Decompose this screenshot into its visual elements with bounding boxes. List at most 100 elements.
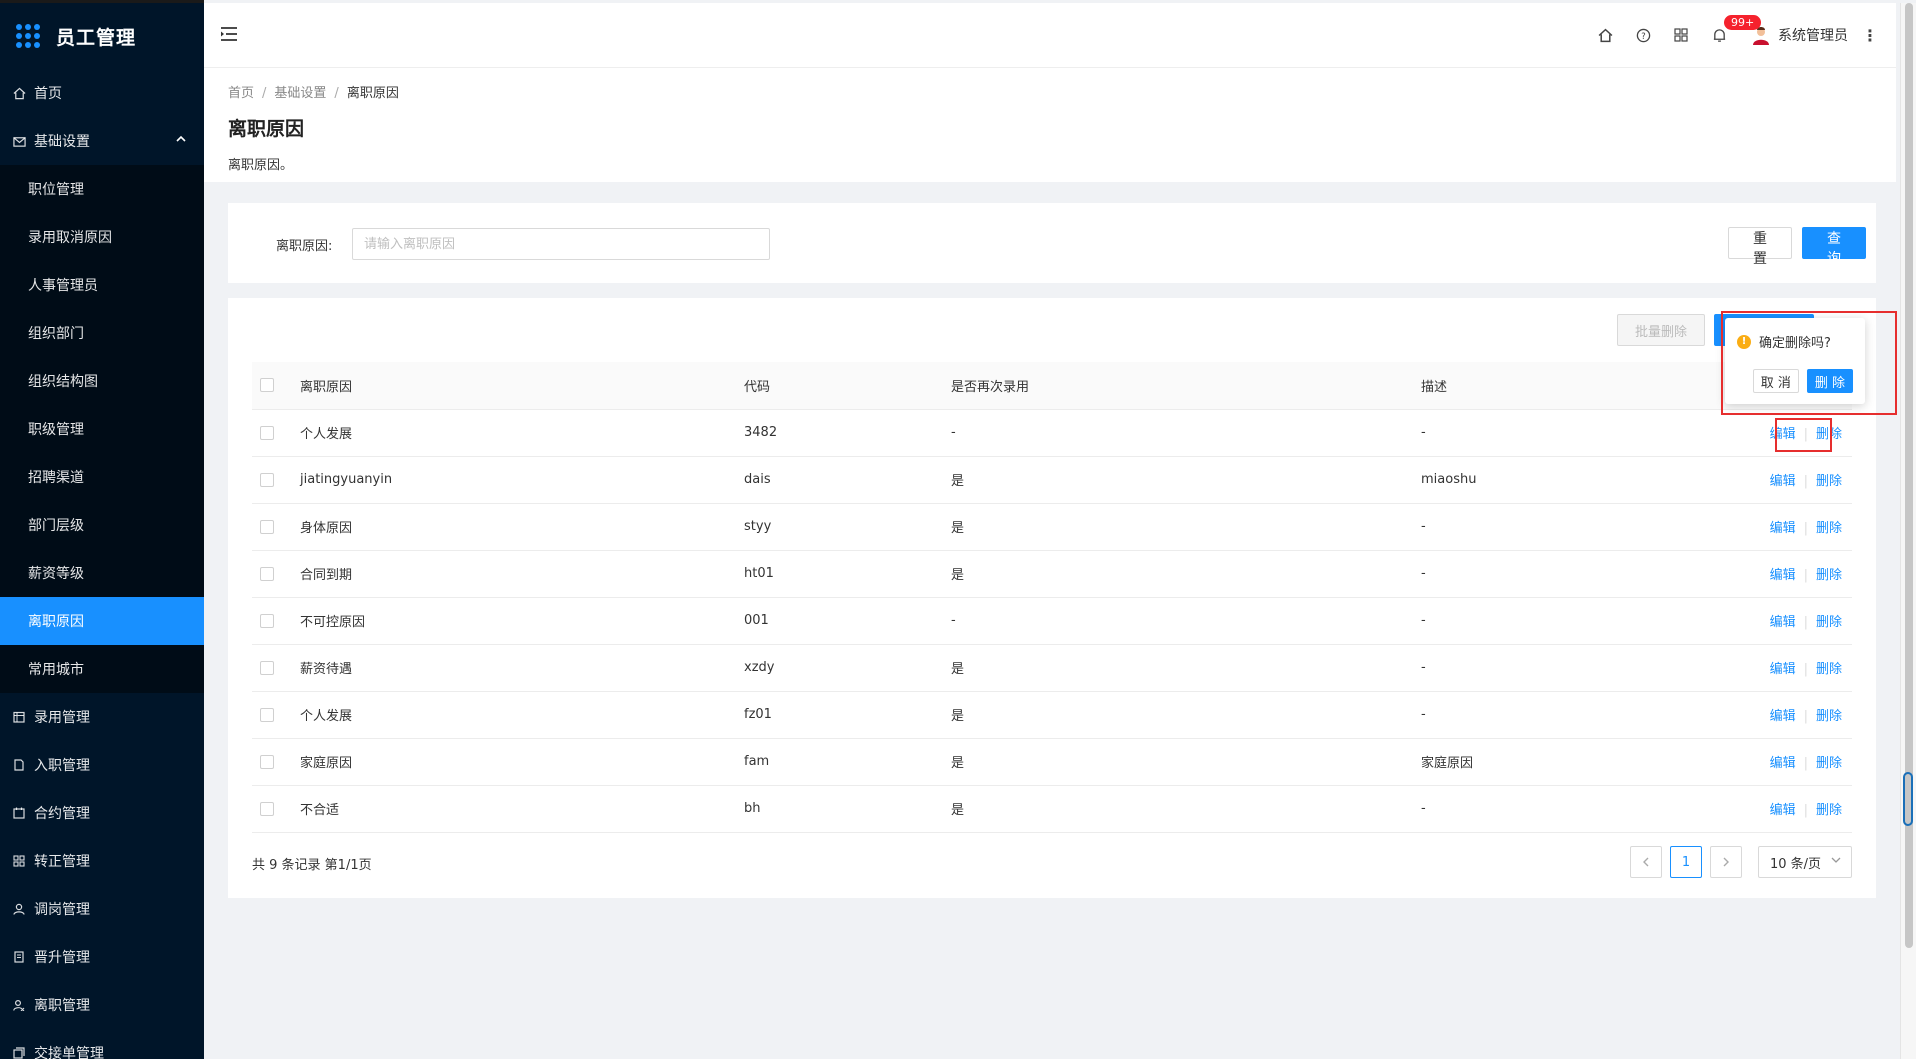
edit-link[interactable]: 编辑	[1770, 568, 1796, 583]
row-checkbox-cell	[252, 409, 292, 457]
delete-link[interactable]: 删除	[1816, 662, 1842, 677]
column-header-code: 代码	[736, 362, 943, 410]
popconfirm-confirm-delete-button[interactable]: 删 除	[1806, 369, 1853, 393]
cell-actions: 编辑 | 删除	[1713, 738, 1852, 786]
table-header-row: 离职原因 代码 是否再次录用 描述	[252, 362, 1852, 410]
delete-link[interactable]: 删除	[1816, 756, 1842, 771]
row-checkbox-cell	[252, 691, 292, 739]
sidebar-item-label: 职级管理	[28, 422, 84, 438]
reset-button[interactable]: 重 置	[1728, 227, 1792, 267]
breadcrumb-home[interactable]: 首页	[228, 86, 254, 101]
row-checkbox[interactable]	[260, 472, 274, 487]
delete-link[interactable]: 删除	[1816, 427, 1842, 442]
app-logo[interactable]: 员工管理	[0, 3, 204, 69]
row-checkbox[interactable]	[260, 707, 274, 722]
help-icon[interactable]: ?	[1624, 21, 1662, 49]
cell-reason: 家庭原因	[292, 738, 736, 786]
cell-actions: 编辑 | 删除	[1713, 409, 1852, 457]
sidebar-item-onboarding[interactable]: 入职管理	[0, 741, 204, 789]
popconfirm-cancel-button[interactable]: 取 消	[1752, 369, 1799, 393]
scroll-drag-handle[interactable]	[1903, 772, 1913, 826]
sidebar-item-label: 基础设置	[34, 134, 90, 150]
query-button[interactable]: 查 询	[1802, 227, 1866, 267]
delete-link[interactable]: 删除	[1816, 709, 1842, 724]
row-checkbox[interactable]	[260, 801, 274, 816]
apps-icon[interactable]	[1662, 21, 1700, 49]
edit-link[interactable]: 编辑	[1770, 615, 1796, 630]
cell-reason: 不可控原因	[292, 597, 736, 645]
row-checkbox[interactable]	[260, 519, 274, 534]
sidebar-item-label: 人事管理员	[28, 278, 98, 294]
sidebar-item-hr-admin[interactable]: 人事管理员	[0, 261, 204, 309]
breadcrumb-parent[interactable]: 基础设置	[274, 86, 326, 101]
sidebar-item-home[interactable]: 首页	[0, 69, 204, 117]
cell-code: fz01	[736, 691, 943, 739]
table-row: 家庭原因 fam 是 家庭原因 编辑 | 删除	[252, 738, 1852, 786]
top-header: ? 99+ 系统管理员 ⋮	[204, 3, 1896, 68]
sidebar-item-city[interactable]: 常用城市	[0, 645, 204, 693]
sidebar-item-rank[interactable]: 职级管理	[0, 405, 204, 453]
menu-fold-icon[interactable]	[220, 26, 238, 42]
action-divider: |	[1803, 709, 1808, 724]
select-all-checkbox[interactable]	[260, 378, 274, 393]
breadcrumb-current: 离职原因	[346, 86, 399, 101]
table-body: 个人发展 3482 - - 编辑 | 删除 jiatingyuanyin dais …	[252, 409, 1852, 833]
edit-link[interactable]: 编辑	[1770, 803, 1796, 818]
sidebar-item-handover[interactable]: 交接单管理	[0, 1029, 204, 1059]
sidebar-item-salary-grade[interactable]: 薪资等级	[0, 549, 204, 597]
row-checkbox[interactable]	[260, 613, 274, 628]
home-icon[interactable]	[1586, 21, 1624, 49]
delete-link[interactable]: 删除	[1816, 803, 1842, 818]
sidebar-item-channel[interactable]: 招聘渠道	[0, 453, 204, 501]
more-vertical-icon[interactable]: ⋮	[1862, 26, 1878, 45]
page-scrollbar[interactable]	[1900, 3, 1916, 1059]
sidebar-group-basic-settings[interactable]: 基础设置	[0, 117, 204, 165]
edit-link[interactable]: 编辑	[1770, 427, 1796, 442]
cell-reason: jiatingyuanyin	[292, 456, 736, 504]
edit-link[interactable]: 编辑	[1770, 521, 1796, 536]
bell-icon	[1713, 28, 1725, 42]
sidebar-item-leave-reason[interactable]: 离职原因	[0, 597, 204, 645]
mail-icon	[12, 134, 26, 148]
edit-link[interactable]: 编辑	[1770, 709, 1796, 724]
row-checkbox[interactable]	[260, 660, 274, 675]
next-page-button[interactable]	[1710, 846, 1742, 878]
delete-link[interactable]: 删除	[1816, 474, 1842, 489]
prev-page-button[interactable]	[1630, 846, 1662, 878]
row-checkbox[interactable]	[260, 425, 274, 440]
sidebar-item-position[interactable]: 职位管理	[0, 165, 204, 213]
cell-actions: 编辑 | 删除	[1713, 456, 1852, 504]
sidebar-item-resignation[interactable]: 离职管理	[0, 981, 204, 1029]
breadcrumb: 首页 / 基础设置 / 离职原因	[228, 82, 1872, 101]
row-checkbox[interactable]	[260, 754, 274, 769]
page-size-select[interactable]: 10 条/页	[1758, 846, 1852, 878]
sidebar-item-transfer[interactable]: 调岗管理	[0, 885, 204, 933]
sidebar-item-promotion[interactable]: 晋升管理	[0, 933, 204, 981]
sidebar-item-org-chart[interactable]: 组织结构图	[0, 357, 204, 405]
cell-description: -	[1413, 691, 1713, 739]
notification-bell[interactable]: 99+	[1700, 15, 1762, 49]
edit-link[interactable]: 编辑	[1770, 662, 1796, 677]
sidebar-item-dept-level[interactable]: 部门层级	[0, 501, 204, 549]
edit-link[interactable]: 编辑	[1770, 474, 1796, 489]
edit-link[interactable]: 编辑	[1770, 756, 1796, 771]
sidebar-item-org-dept[interactable]: 组织部门	[0, 309, 204, 357]
column-header-reason: 离职原因	[292, 362, 736, 410]
cell-rehire: -	[943, 409, 1413, 457]
delete-link[interactable]: 删除	[1816, 568, 1842, 583]
delete-link[interactable]: 删除	[1816, 615, 1842, 630]
row-checkbox[interactable]	[260, 566, 274, 581]
leave-reason-search-input[interactable]	[352, 228, 770, 260]
delete-popconfirm: ! 确定删除吗? 取 消 删 除	[1725, 318, 1865, 404]
page-number-current[interactable]: 1	[1670, 846, 1702, 878]
sidebar-item-cancel-reason[interactable]: 录用取消原因	[0, 213, 204, 261]
action-divider: |	[1803, 662, 1808, 677]
sidebar-item-contract[interactable]: 合约管理	[0, 789, 204, 837]
username[interactable]: 系统管理员	[1778, 25, 1848, 45]
batch-delete-button[interactable]: 批量删除	[1617, 314, 1705, 346]
sidebar-item-hiring[interactable]: 录用管理	[0, 693, 204, 741]
sidebar-item-regularization[interactable]: 转正管理	[0, 837, 204, 885]
sidebar-item-label: 调岗管理	[34, 902, 90, 918]
delete-link[interactable]: 删除	[1816, 521, 1842, 536]
cell-reason: 身体原因	[292, 503, 736, 551]
